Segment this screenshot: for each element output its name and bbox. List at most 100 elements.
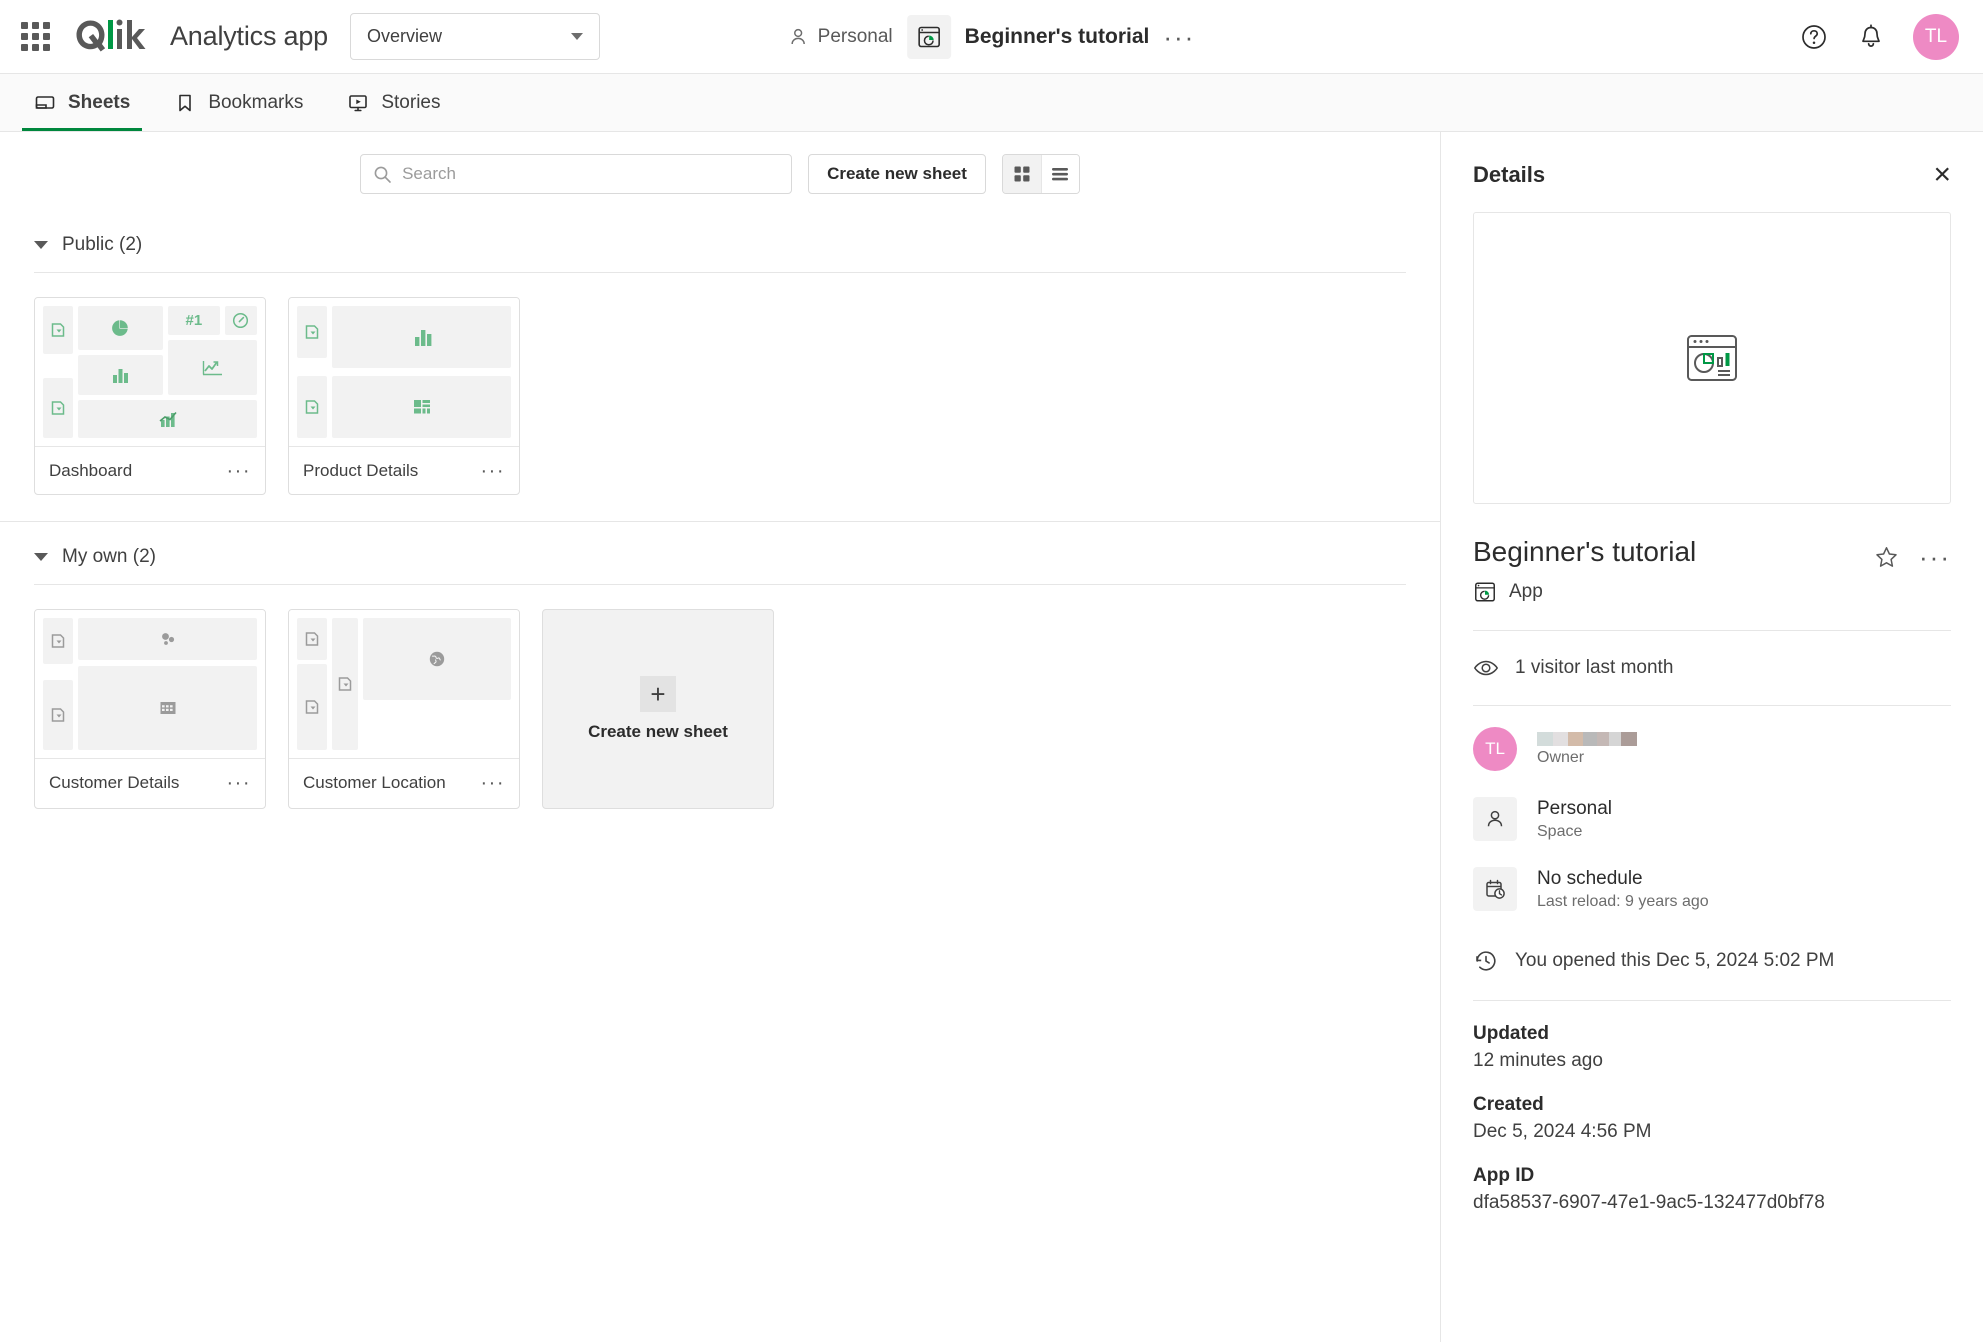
owner-role-label: Owner — [1537, 748, 1585, 766]
details-app-id-key: App ID — [1473, 1165, 1535, 1186]
sheet-name: Customer Details — [49, 772, 180, 792]
schedule-calendar-icon — [1473, 867, 1517, 911]
section-my-own-title: My own (2) — [62, 546, 156, 567]
details-panel-title: Details — [1473, 162, 1546, 187]
details-updated: Updated 12 minutes ago — [1473, 1001, 1951, 1072]
space-icon — [1473, 797, 1517, 841]
breadcrumb: Personal Beginner's tutorial ··· — [774, 14, 1210, 59]
search-icon — [374, 166, 391, 183]
chevron-down-icon — [34, 553, 48, 561]
list-view-icon — [1052, 168, 1069, 181]
breadcrumb-app[interactable]: Beginner's tutorial — [906, 14, 1149, 59]
globe-icon — [429, 651, 445, 667]
details-app-id: App ID dfa58537-6907-47e1-9ac5-132477d0b… — [1473, 1143, 1951, 1214]
sheet-thumbnail — [289, 298, 519, 446]
details-panel-header: Details × — [1473, 132, 1951, 212]
filterpane-icon — [305, 632, 319, 646]
thumb-filter-tile — [43, 618, 73, 664]
owner-name-redacted — [1537, 731, 1637, 746]
sheet-card-product-details[interactable]: Product Details ··· — [288, 297, 520, 495]
search-box[interactable] — [360, 154, 793, 194]
details-app-header: Beginner's tutorial ··· — [1473, 504, 1951, 570]
history-clock-icon — [1476, 951, 1496, 971]
details-space-row: Personal Space — [1473, 784, 1951, 854]
treemap-icon — [413, 400, 430, 414]
details-last-opened: You opened this Dec 5, 2024 5:02 PM — [1473, 924, 1951, 974]
top-bar-actions: TL — [1799, 13, 1959, 60]
details-app-name: Beginner's tutorial — [1473, 536, 1697, 567]
filterpane-icon — [51, 401, 65, 415]
app-kind-label: Analytics app — [170, 21, 328, 51]
overview-dropdown-value: Overview — [367, 26, 443, 46]
app-more-options-button[interactable]: ··· — [1149, 24, 1209, 50]
space-sublabel: Space — [1537, 822, 1583, 840]
sheet-card-customer-details[interactable]: Customer Details ··· — [34, 609, 266, 809]
app-preview-thumbnail — [1473, 212, 1951, 504]
app-launcher-icon[interactable] — [18, 20, 52, 54]
bar-chart-icon — [113, 369, 129, 383]
thumb-table-tile — [78, 666, 257, 750]
view-toggle — [1001, 154, 1080, 194]
details-more-options-button[interactable]: ··· — [1919, 544, 1951, 570]
details-updated-value: 12 minutes ago — [1473, 1050, 1603, 1071]
qlik-logo[interactable] — [70, 16, 150, 58]
sheet-name: Dashboard — [49, 460, 133, 480]
app-placeholder-icon — [1687, 335, 1737, 381]
breadcrumb-space[interactable]: Personal — [774, 18, 907, 56]
sheet-thumbnail — [289, 610, 519, 758]
favorite-star-icon — [1876, 546, 1897, 567]
sheet-name: Product Details — [303, 460, 419, 480]
pie-chart-icon — [112, 320, 129, 336]
sheets-area: Create new sheet — [0, 132, 1440, 1342]
tab-bookmarks[interactable]: Bookmarks — [152, 74, 325, 131]
list-view-button[interactable] — [1040, 155, 1079, 193]
page-body: Create new sheet — [0, 132, 1983, 1342]
tab-stories[interactable]: Stories — [325, 74, 462, 131]
thumb-kpi-tile: #1 — [167, 306, 220, 336]
thumb-combo-tile — [78, 400, 257, 438]
details-created-key: Created — [1473, 1094, 1544, 1115]
sheet-card-list-my-own: Customer Details ··· Customer Location ·… — [34, 585, 1406, 827]
user-avatar[interactable]: TL — [1913, 13, 1959, 60]
details-app-type-label: App — [1509, 581, 1543, 602]
sheet-more-options-button[interactable]: ··· — [227, 773, 251, 793]
table-icon — [160, 702, 175, 714]
thumb-filter-tile — [43, 378, 73, 438]
plus-icon: + — [640, 676, 676, 712]
details-created: Created Dec 5, 2024 4:56 PM — [1473, 1072, 1951, 1143]
close-icon[interactable]: × — [1933, 160, 1951, 190]
thumb-map-tile — [363, 618, 511, 700]
sheet-name: Customer Location — [303, 772, 446, 792]
line-chart-icon — [203, 360, 223, 375]
breadcrumb-space-label: Personal — [817, 25, 893, 47]
grid-view-button[interactable] — [1002, 155, 1041, 193]
create-new-sheet-card[interactable]: + Create new sheet — [542, 609, 774, 809]
filterpane-icon — [51, 634, 65, 648]
sheet-thumbnail — [35, 610, 265, 758]
sheet-card-footer: Customer Location ··· — [289, 758, 519, 806]
details-schedule-row: No schedule Last reload: 9 years ago — [1473, 854, 1951, 924]
gauge-icon — [233, 313, 249, 329]
person-icon — [790, 28, 805, 44]
tab-bookmarks-label: Bookmarks — [208, 91, 304, 113]
sheet-more-options-button[interactable]: ··· — [481, 773, 505, 793]
sheets-toolbar: Create new sheet — [0, 132, 1440, 210]
section-my-own-header[interactable]: My own (2) — [34, 522, 1406, 584]
sheet-more-options-button[interactable]: ··· — [227, 461, 251, 481]
search-input[interactable] — [402, 164, 780, 184]
section-public: Public (2) #1 Dashboard ··· Product Deta… — [0, 210, 1440, 513]
top-bar: Analytics app Overview Personal Beginner… — [0, 0, 1983, 74]
overview-dropdown[interactable]: Overview — [350, 13, 600, 60]
thumb-filter-tile — [297, 376, 327, 438]
scatter-plot-icon — [161, 633, 174, 645]
tab-sheets[interactable]: Sheets — [12, 74, 152, 131]
sheet-card-customer-location[interactable]: Customer Location ··· — [288, 609, 520, 809]
sheet-more-options-button[interactable]: ··· — [481, 461, 505, 481]
details-visitors: 1 visitor last month — [1473, 631, 1951, 705]
filterpane-icon — [305, 700, 319, 714]
section-public-header[interactable]: Public (2) — [34, 210, 1406, 272]
details-panel: Details × Beginner's tutorial ··· App 1 … — [1440, 132, 1983, 1342]
details-visitors-label: 1 visitor last month — [1515, 657, 1674, 678]
sheet-card-dashboard[interactable]: #1 Dashboard ··· — [34, 297, 266, 495]
create-new-sheet-button[interactable]: Create new sheet — [808, 154, 986, 194]
